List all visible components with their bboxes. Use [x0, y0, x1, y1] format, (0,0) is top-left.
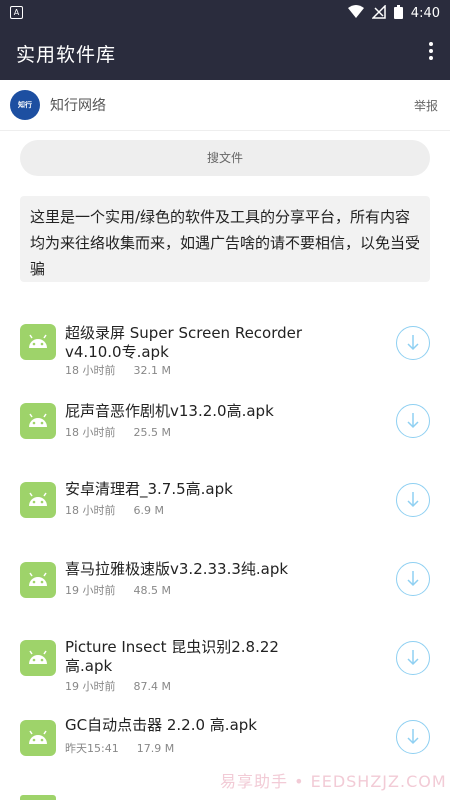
more-vert-icon[interactable] — [428, 42, 434, 64]
android-icon — [20, 403, 56, 439]
app-bar: 实用软件库 — [0, 26, 450, 80]
file-size: 87.4 M — [133, 680, 171, 693]
list-item[interactable]: 喜马拉雅极速版v3.2.33.3纯.apk 19 小时前 48.5 M — [0, 544, 450, 622]
file-name[interactable]: Picture Insect 昆虫识别2.8.22 高.apk — [65, 638, 315, 676]
file-size: 17.9 M — [136, 742, 175, 755]
watermark: 易享助手 • EEDSHZJZ.COM — [220, 772, 447, 791]
file-name[interactable]: 屁声音恶作剧机v13.2.0高.apk — [65, 402, 315, 421]
android-icon — [20, 795, 56, 800]
search-input[interactable]: 搜文件 — [20, 140, 430, 176]
download-button[interactable] — [396, 326, 430, 360]
file-size: 32.1 M — [133, 364, 171, 377]
clock: 4:40 — [410, 6, 440, 21]
download-icon — [407, 729, 419, 745]
download-button[interactable] — [396, 720, 430, 754]
owner-row[interactable]: 知行 知行网络 举报 — [0, 80, 450, 130]
divider — [0, 130, 450, 131]
download-button[interactable] — [396, 562, 430, 596]
list-item[interactable]: Picture Insect 昆虫识别2.8.22 高.apk 19 小时前 87… — [0, 622, 450, 700]
battery-icon — [393, 4, 403, 23]
file-time: 18 小时前 — [65, 504, 116, 517]
download-icon — [407, 492, 419, 508]
android-icon — [20, 482, 56, 518]
file-time: 18 小时前 — [65, 426, 116, 439]
avatar[interactable]: 知行 — [10, 90, 40, 120]
list-item[interactable]: 屁声音恶作剧机v13.2.0高.apk 18 小时前 25.5 M — [0, 388, 450, 466]
file-meta: 18 小时前 6.9 M — [65, 502, 164, 518]
file-name[interactable]: 安卓清理君_3.7.5高.apk — [65, 480, 315, 499]
signal-icon — [370, 4, 386, 23]
file-name[interactable]: GC自动点击器 2.2.0 高.apk — [65, 716, 315, 735]
file-meta: 18 小时前 32.1 M — [65, 362, 171, 378]
download-button[interactable] — [396, 483, 430, 517]
file-size: 48.5 M — [133, 584, 171, 597]
file-time: 昨天15:41 — [65, 742, 119, 755]
list-item[interactable]: 超级录屏 Super Screen Recorder v4.10.0专.apk … — [0, 310, 450, 388]
download-icon — [407, 650, 419, 666]
list-item[interactable]: 安卓清理君_3.7.5高.apk 18 小时前 6.9 M — [0, 466, 450, 544]
status-bar: A 4:40 — [0, 0, 450, 26]
file-size: 6.9 M — [133, 504, 164, 517]
file-meta: 昨天15:41 17.9 M — [65, 740, 174, 756]
page-title: 实用软件库 — [16, 44, 117, 66]
download-button[interactable] — [396, 404, 430, 438]
file-time: 18 小时前 — [65, 364, 116, 377]
file-size: 25.5 M — [133, 426, 171, 439]
file-meta: 19 小时前 48.5 M — [65, 582, 171, 598]
file-time: 19 小时前 — [65, 680, 116, 693]
file-meta: 18 小时前 25.5 M — [65, 424, 171, 440]
file-name[interactable]: 喜马拉雅极速版v3.2.33.3纯.apk — [65, 560, 315, 579]
download-button[interactable] — [396, 641, 430, 675]
android-icon — [20, 720, 56, 756]
download-icon — [407, 571, 419, 587]
owner-name[interactable]: 知行网络 — [50, 95, 106, 115]
download-icon — [407, 335, 419, 351]
intro-text: 这里是一个实用/绿色的软件及工具的分享平台，所有内容均为来往络收集而来，如遇广告… — [20, 196, 430, 282]
notification-icon: A — [10, 6, 23, 19]
android-icon — [20, 562, 56, 598]
android-icon — [20, 640, 56, 676]
file-name[interactable]: 超级录屏 Super Screen Recorder v4.10.0专.apk — [65, 324, 315, 362]
file-time: 19 小时前 — [65, 584, 116, 597]
file-meta: 19 小时前 87.4 M — [65, 678, 171, 694]
report-button[interactable]: 举报 — [414, 97, 438, 114]
download-icon — [407, 413, 419, 429]
wifi-icon — [347, 4, 364, 23]
android-icon — [20, 324, 56, 360]
